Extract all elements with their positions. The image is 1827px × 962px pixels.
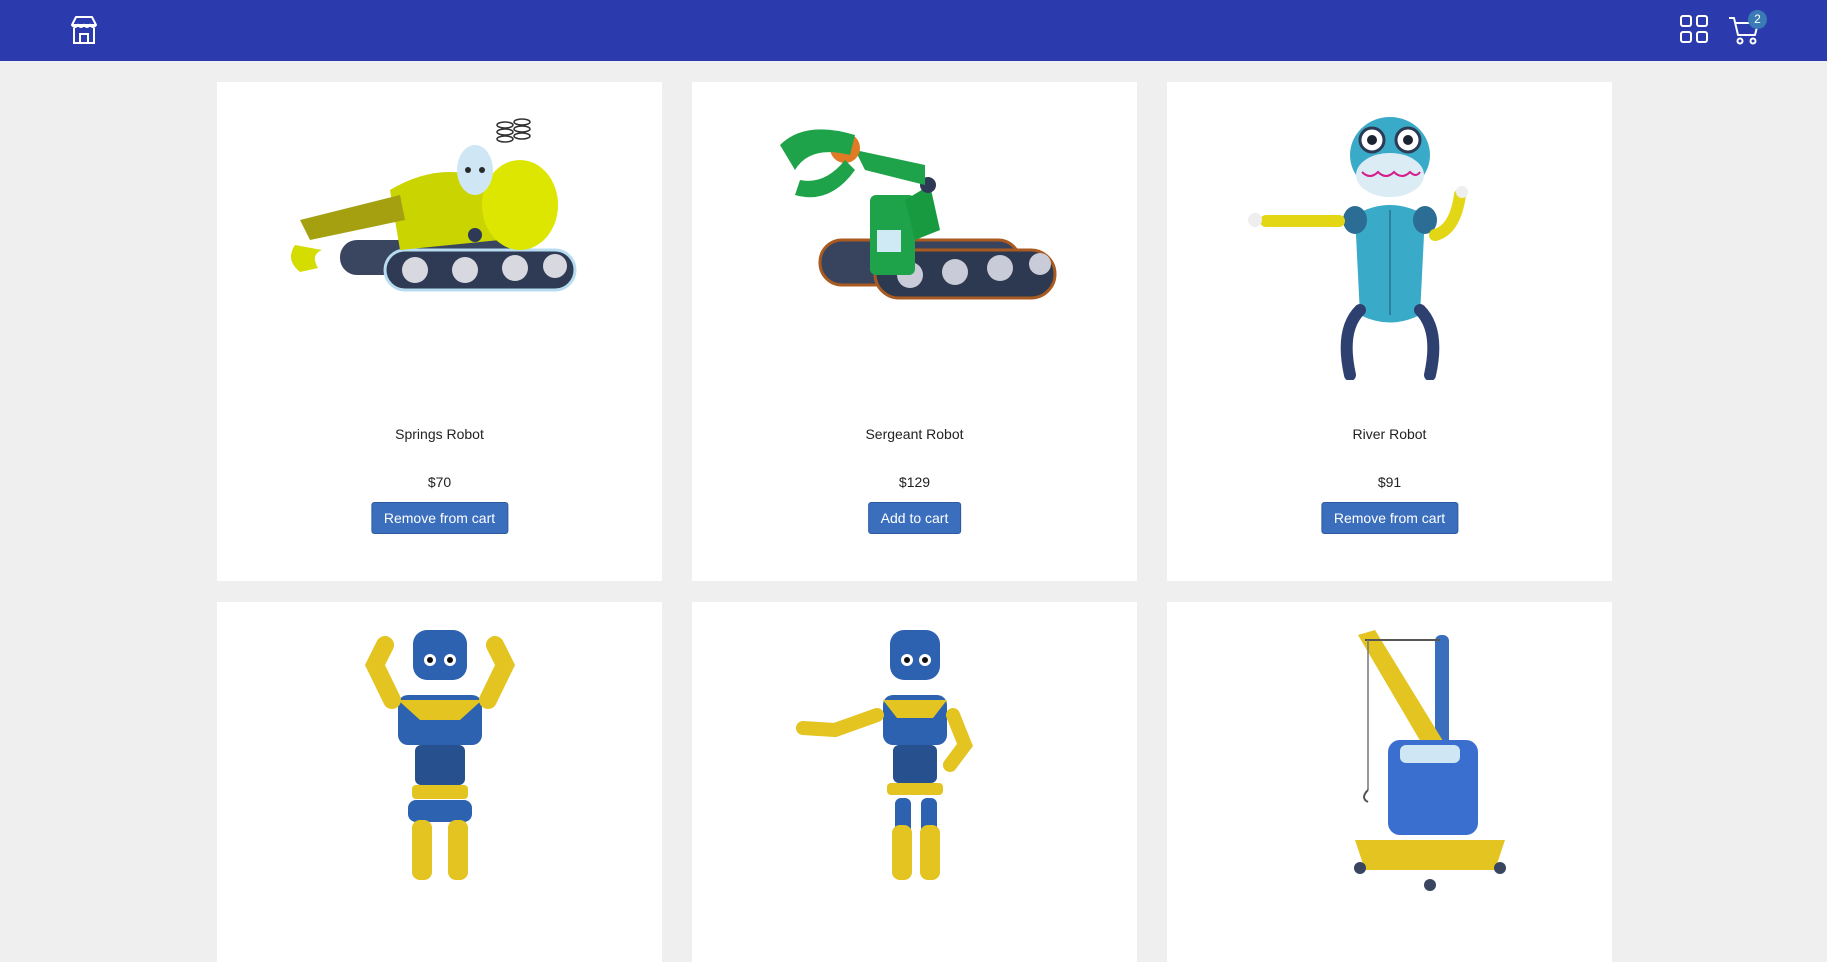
product-card-river-robot: River Robot $91 Remove from cart <box>1167 82 1612 581</box>
product-name: Sergeant Robot <box>865 426 964 442</box>
crane-robot-image <box>1353 630 1506 891</box>
product-card-4 <box>217 602 662 962</box>
product-price: $91 <box>1377 474 1402 490</box>
product-price: $70 <box>427 474 452 490</box>
top-navigation-bar: 2 <box>0 0 1827 61</box>
river-robot-image <box>1247 117 1468 380</box>
product-name: River Robot <box>1352 426 1427 442</box>
product-card-6 <box>1167 602 1612 962</box>
product-card-springs-robot: Springs Robot $70 Remove from cart <box>217 82 662 581</box>
grid-view-icon[interactable] <box>1679 14 1709 44</box>
product-card-sergeant-robot: Sergeant Robot $129 Add to cart <box>692 82 1137 581</box>
remove-from-cart-button[interactable]: Remove from cart <box>1320 502 1459 534</box>
store-icon[interactable] <box>67 13 101 47</box>
remove-from-cart-button[interactable]: Remove from cart <box>370 502 509 534</box>
product-price: $129 <box>898 474 931 490</box>
robot-image <box>364 630 515 880</box>
product-name: Springs Robot <box>395 426 484 442</box>
add-to-cart-button[interactable]: Add to cart <box>867 502 962 534</box>
sergeant-robot-image <box>779 129 1056 300</box>
robot-image <box>795 630 973 880</box>
product-card-5 <box>692 602 1137 962</box>
cart-count-badge: 2 <box>1748 10 1767 29</box>
springs-robot-image <box>290 118 576 292</box>
